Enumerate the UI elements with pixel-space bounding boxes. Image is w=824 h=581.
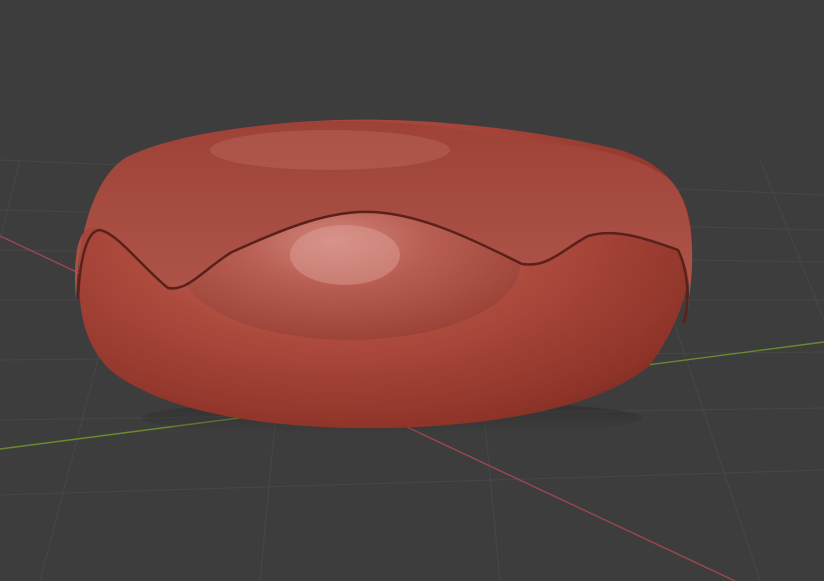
icing-highlight: [210, 130, 450, 170]
body-highlight: [290, 225, 400, 285]
viewport-canvas[interactable]: [0, 0, 824, 581]
3d-viewport[interactable]: [0, 0, 824, 581]
